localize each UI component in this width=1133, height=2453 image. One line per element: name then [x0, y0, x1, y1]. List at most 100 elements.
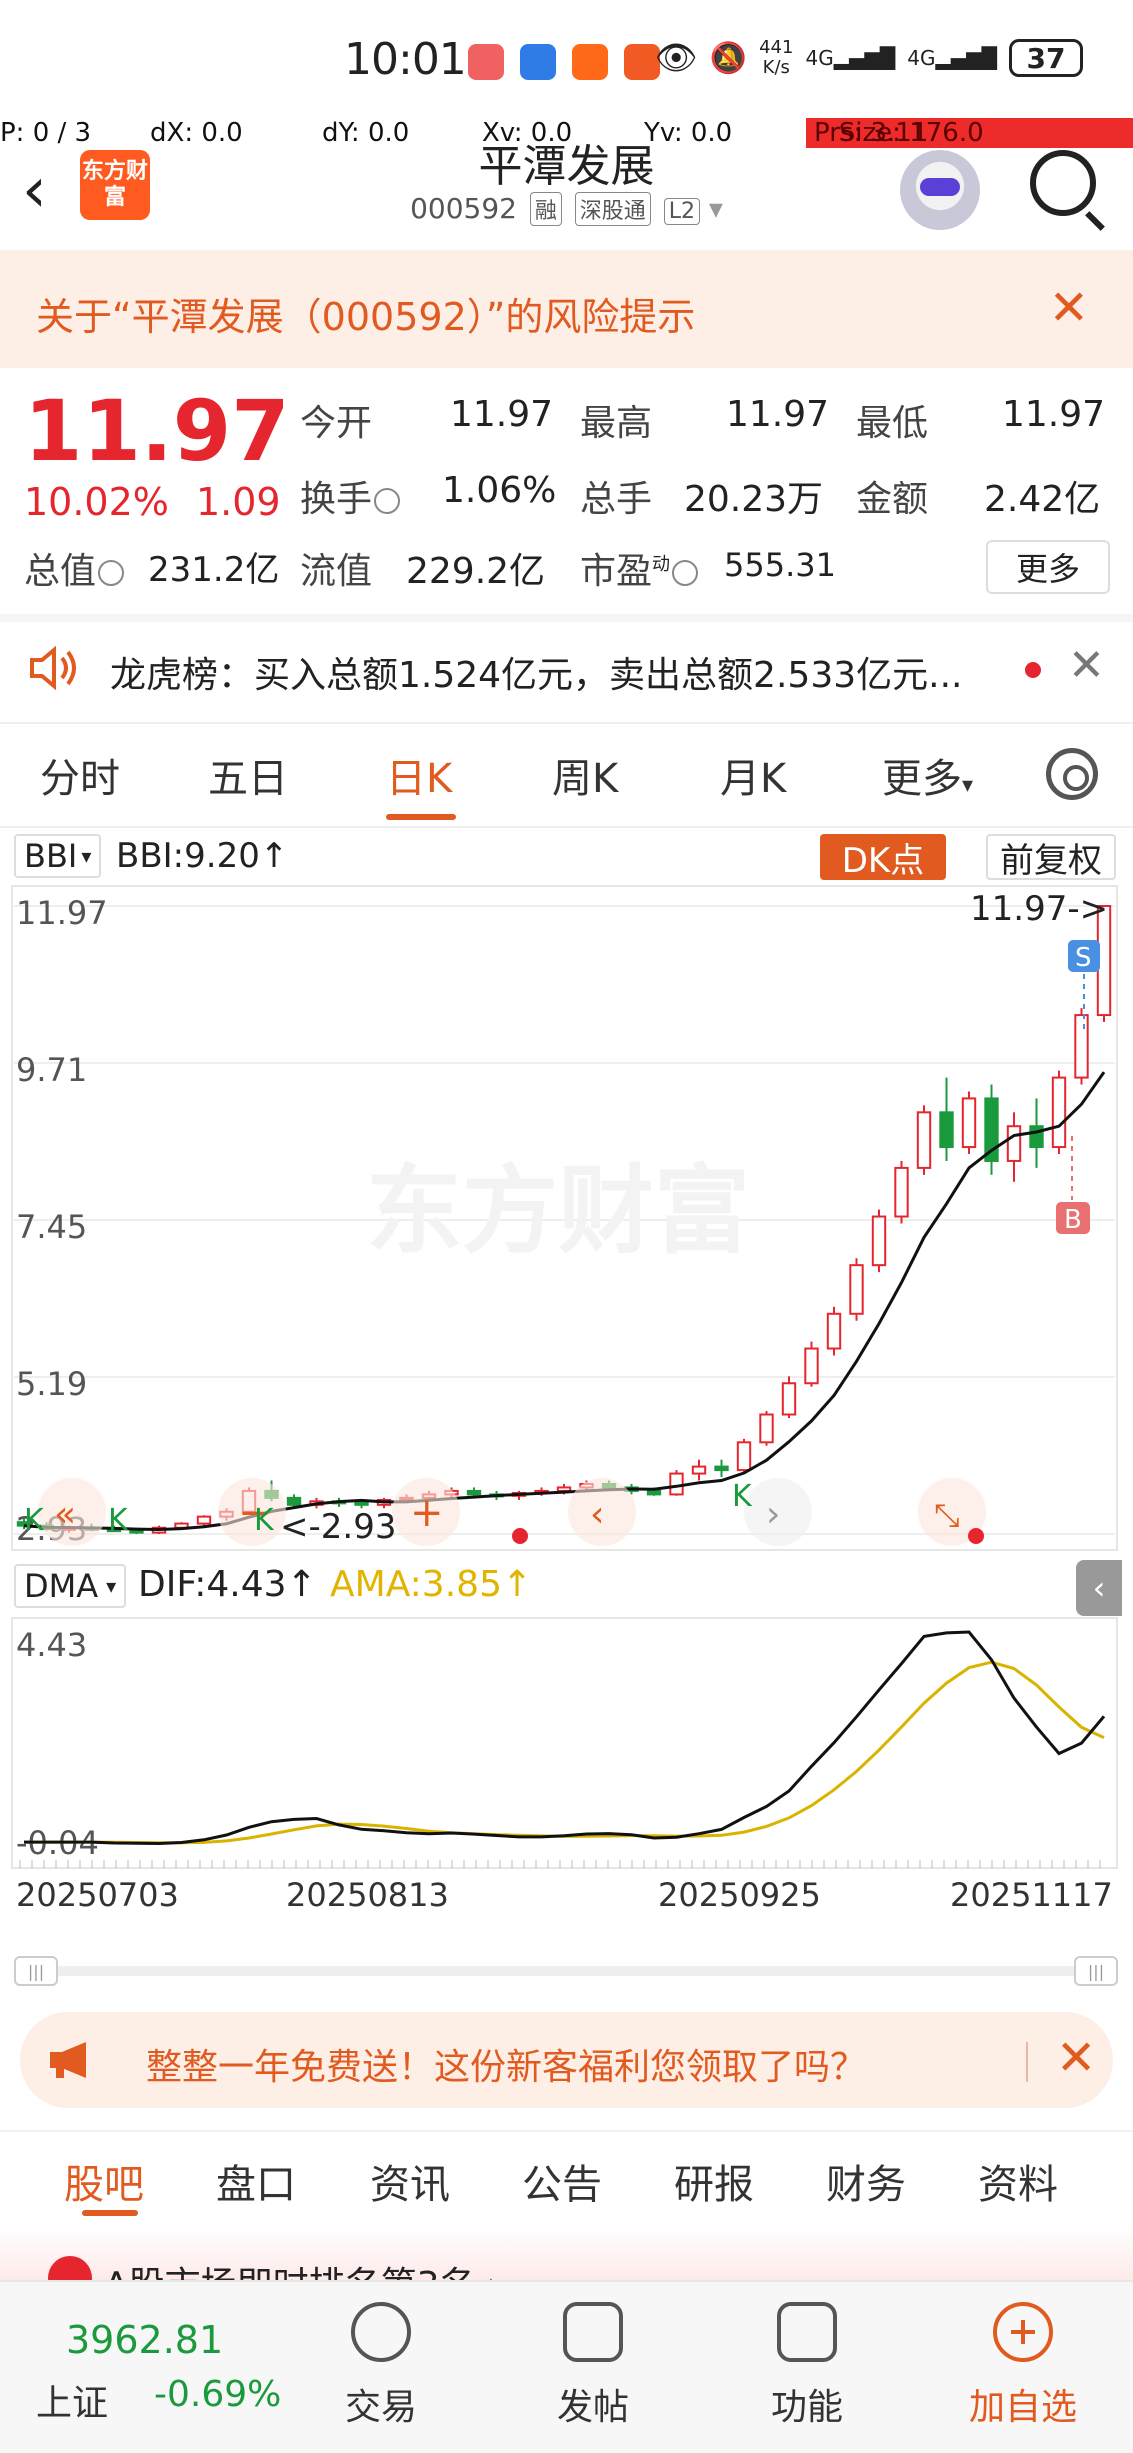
indicator-select[interactable]: BBI ▾ [14, 834, 102, 878]
scroll-handle-left[interactable]: ||| [14, 1956, 58, 1986]
quote-amount-value: 2.42亿 [984, 479, 1101, 520]
nav-trade[interactable]: 交易 [316, 2302, 446, 2430]
active-tab-indicator [82, 2210, 138, 2216]
collapse-button[interactable]: ‹ [1076, 1560, 1122, 1616]
active-tab-indicator [386, 814, 456, 820]
bbi-value: BBI:9.20↑ [116, 836, 289, 876]
more-button[interactable]: 更多 [986, 540, 1110, 594]
gear-icon[interactable] [1046, 748, 1098, 800]
double-chevron-left-icon: « [54, 1494, 76, 1535]
last-price: 11.97 [24, 382, 290, 480]
info-icon[interactable] [98, 560, 125, 586]
price-tick-label: 11.97 [16, 894, 108, 932]
signal-icon: 4G▂▄▆█ [805, 46, 896, 70]
dragon-tiger-banner[interactable]: 龙虎榜：买入总额1.524亿元，卖出总额2.533亿元... ✕ [0, 620, 1133, 720]
nav-post[interactable]: 发帖 [528, 2302, 658, 2430]
debug-dy: dY: 0.0 [322, 118, 410, 148]
sh-index-change[interactable]: -0.69% [154, 2374, 281, 2415]
content-tabs: 股吧 盘口 资讯 公告 研报 财务 资料 [0, 2130, 1133, 2226]
trade-icon [351, 2302, 411, 2362]
edit-icon [563, 2302, 623, 2362]
tag-connect: 深股通 [574, 192, 651, 226]
close-icon[interactable]: ✕ [1056, 2030, 1096, 2086]
indicator-row: BBI ▾ BBI:9.20↑ DK点 前复权 [0, 830, 1133, 881]
tab-announcements[interactable]: 公告 [522, 2152, 602, 2210]
tag-margin: 融 [529, 192, 562, 226]
tab-five-day[interactable]: 五日 [208, 746, 288, 804]
nav-add-watchlist[interactable]: 加自选 [958, 2302, 1088, 2430]
tab-more[interactable]: 更多▾ [882, 746, 973, 804]
kline-chart[interactable]: 东方财富 11.979.717.455.192.93 11.97-> <-2.9… [0, 884, 1133, 1554]
sub-indicator-select[interactable]: DMA ▾ [14, 1564, 127, 1608]
unread-dot [1025, 662, 1041, 678]
tab-weekly-k[interactable]: 周K [552, 746, 618, 804]
price-adjust-button[interactable]: 前复权 [986, 834, 1116, 881]
risk-warning-text[interactable]: 关于“平潭发展（000592）”的风险提示 [36, 286, 695, 341]
candle [1074, 1014, 1089, 1079]
tab-news[interactable]: 资讯 [370, 2152, 450, 2210]
candle [669, 1472, 684, 1496]
chevron-down-icon: ▾ [962, 773, 974, 798]
chart-range-scroller[interactable]: ||| ||| [14, 1956, 1118, 1986]
sh-index-value[interactable]: 3962.81 [66, 2318, 223, 2362]
debug-yv: Yv: 0.0 [644, 118, 733, 148]
low-marker: <-2.93 [280, 1507, 396, 1547]
promo-text[interactable]: 整整一年免费送！这份新客福利您领取了吗？ [146, 2038, 866, 2090]
guba-peek-item[interactable]: A股市场即时排名第3名 › [0, 2226, 1133, 2280]
dma-chart[interactable]: 4.43 -0.04 [0, 1616, 1133, 1872]
dk-point-button[interactable]: DK点 [820, 834, 946, 881]
ranking-icon [48, 2256, 92, 2280]
dma-ama-value: AMA:3.85↑ [330, 1564, 533, 1605]
k-marker: K [254, 1503, 275, 1538]
quote-pe[interactable]: 市盈动 [580, 542, 699, 594]
app-notification-icon [468, 44, 504, 80]
status-icons: 👁 🔕 441 K/s 4G▂▄▆█ 4G▂▄▆█ 37 [655, 38, 1083, 78]
candle [1006, 1125, 1022, 1162]
tab-order-book[interactable]: 盘口 [216, 2152, 296, 2210]
tab-financials[interactable]: 财务 [826, 2152, 906, 2210]
tab-intraday[interactable]: 分时 [40, 746, 120, 804]
tab-monthly-k[interactable]: 月K [720, 746, 786, 804]
info-icon[interactable] [374, 488, 401, 514]
quote-mktcap[interactable]: 总值 [24, 542, 125, 594]
divider [0, 722, 1133, 724]
quote-turnover-value: 1.06% [442, 470, 557, 511]
search-icon[interactable] [1030, 150, 1096, 216]
tab-research[interactable]: 研报 [674, 2152, 754, 2210]
kline-period-tabs: 分时 五日 日K 周K 月K 更多▾ [0, 730, 1133, 826]
quote-turnover[interactable]: 换手 [300, 470, 401, 522]
stock-code: 000592 [410, 192, 517, 225]
scroll-handle-right[interactable]: ||| [1074, 1956, 1118, 1986]
candle [961, 1097, 977, 1149]
bottom-nav: 3962.81 上证 -0.69% 交易 发帖 功能 加自选 [0, 2280, 1133, 2453]
tab-guba[interactable]: 股吧 [64, 2152, 144, 2210]
battery-icon: 37 [1009, 39, 1083, 77]
info-icon[interactable] [672, 560, 699, 586]
signal-icon: 4G▂▄▆█ [907, 46, 997, 70]
close-icon[interactable]: ✕ [1049, 280, 1089, 336]
nav-functions[interactable]: 功能 [742, 2302, 872, 2430]
quote-high: 最高 [580, 403, 653, 444]
candle [466, 1489, 482, 1496]
candle [894, 1166, 909, 1218]
nav-label: 发帖 [556, 2387, 629, 2428]
quote-high-value: 11.97 [726, 394, 830, 435]
robot-assistant-icon[interactable] [900, 150, 980, 230]
risk-warning-banner[interactable]: 关于“平潭发展（000592）”的风险提示 ✕ [0, 250, 1133, 368]
quote-mktcap-value: 231.2亿 [148, 550, 280, 590]
debug-pressure: Prs: 3.11 Size: 176.0 [806, 118, 1133, 148]
chart-nav-overlay: « − + ‹ › ⤡ K K K K [24, 1478, 986, 1546]
speaker-icon [30, 646, 76, 690]
sh-index-label[interactable]: 上证 [36, 2374, 108, 2426]
k-marker: K [24, 1503, 45, 1538]
debug-p: P: 0 / 3 [0, 118, 92, 148]
dragon-tiger-text[interactable]: 龙虎榜：买入总额1.524亿元，卖出总额2.533亿元... [110, 646, 962, 698]
tab-profile[interactable]: 资料 [978, 2152, 1058, 2210]
candle [939, 1111, 954, 1149]
promo-banner[interactable]: 整整一年免费送！这份新客福利您领取了吗？ ✕ [20, 2012, 1113, 2108]
scroll-track[interactable] [34, 1966, 1098, 1976]
tab-daily-k[interactable]: 日K [386, 746, 452, 804]
close-icon[interactable]: ✕ [1068, 640, 1105, 691]
chevron-left-icon: ‹ [590, 1494, 604, 1535]
mute-icon: 🔕 [709, 40, 748, 76]
